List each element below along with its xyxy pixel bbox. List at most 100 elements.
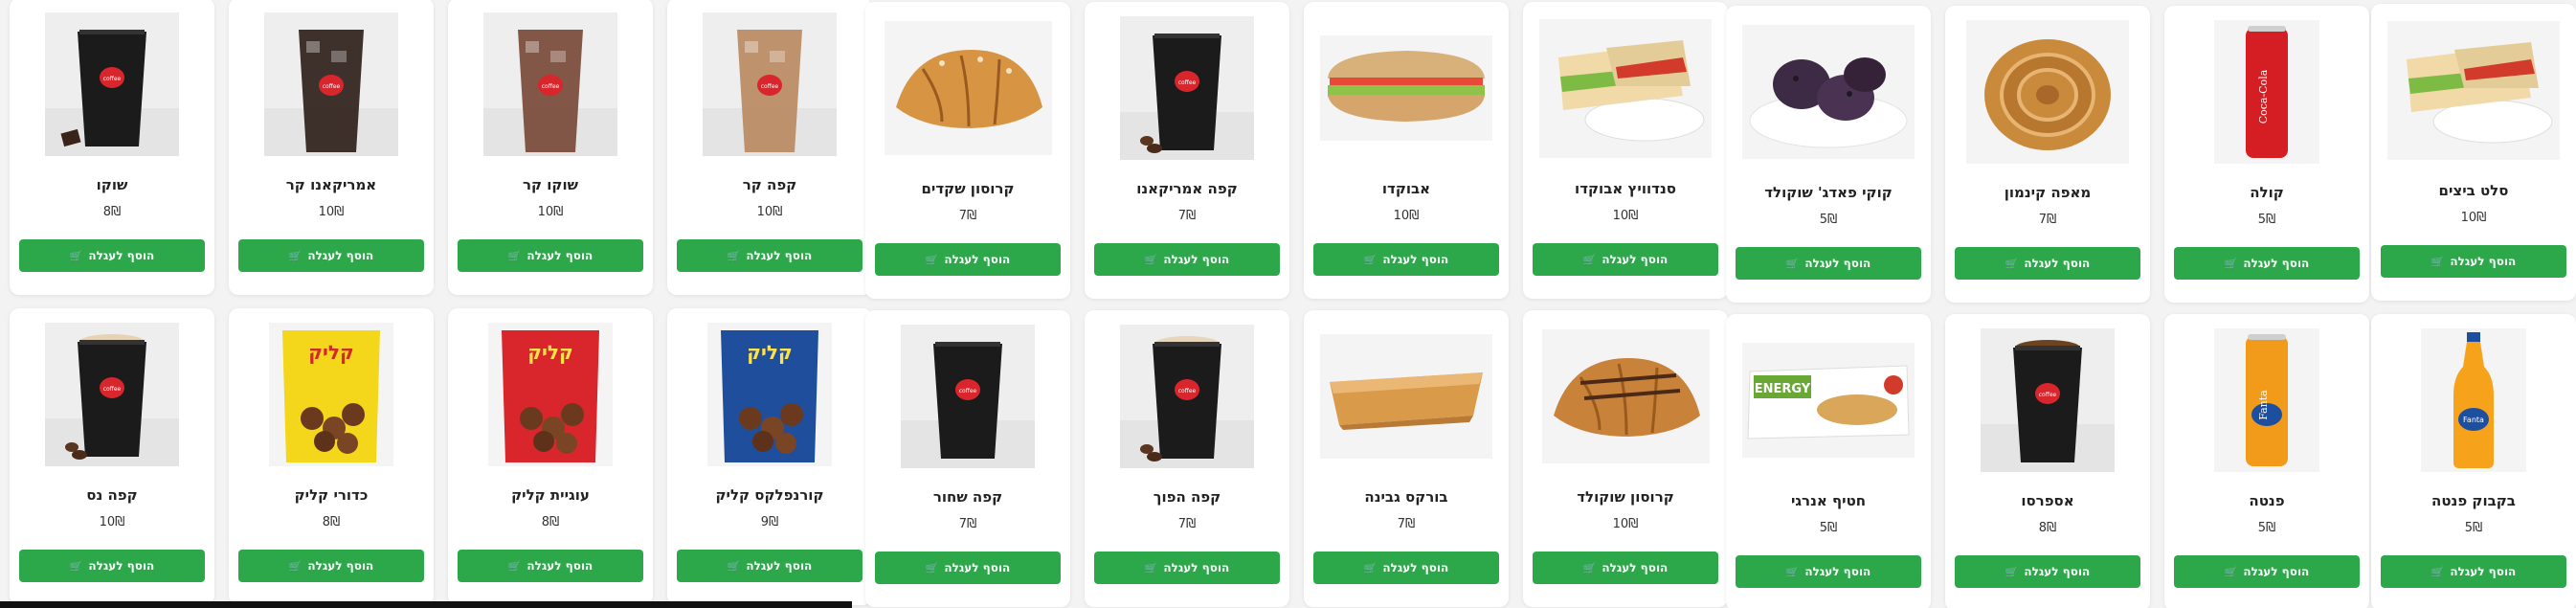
add-to-cart-button[interactable]: הוסף לעגלה 🛒 <box>1313 243 1499 276</box>
add-to-cart-label: הוסף לעגלה <box>88 249 155 262</box>
product-card: Coca-Cola קולה 5₪ הוסף לעגלה 🛒 <box>2164 6 2369 303</box>
product-price: 10₪ <box>448 205 653 219</box>
svg-text:coffee: coffee <box>103 386 122 393</box>
product-price: 8₪ <box>448 515 653 529</box>
add-to-cart-button[interactable]: הוסף לעגלה 🛒 <box>458 239 643 272</box>
price-value: 5 <box>1819 521 1828 535</box>
add-to-cart-button[interactable]: הוסף לעגלה 🛒 <box>1955 247 2140 280</box>
product-price: 5₪ <box>2164 521 2369 535</box>
cart-icon: 🛒 <box>1785 565 1800 578</box>
add-to-cart-button[interactable]: הוסף לעגלה 🛒 <box>677 239 862 272</box>
add-to-cart-button[interactable]: הוסף לעגלה 🛒 <box>458 550 643 582</box>
svg-text:coffee: coffee <box>1178 79 1197 86</box>
add-to-cart-button[interactable]: הוסף לעגלה 🛒 <box>238 239 424 272</box>
product-price: 10₪ <box>1523 209 1728 223</box>
product-image[interactable]: coffee <box>19 8 205 161</box>
product-image[interactable]: Fanta <box>2174 324 2360 477</box>
add-to-cart-label: הוסף לעגלה <box>526 559 594 573</box>
product-image[interactable]: קליק <box>677 318 862 471</box>
product-price: 5₪ <box>1726 213 1931 227</box>
add-to-cart-button[interactable]: הוסף לעגלה 🛒 <box>1736 247 1921 280</box>
product-name: סנדוויץ אבוקדו <box>1575 180 1676 197</box>
product-price: 10₪ <box>2371 211 2576 225</box>
price-value: 5 <box>2257 521 2267 535</box>
price-value: 9 <box>760 515 770 529</box>
add-to-cart-button[interactable]: הוסף לעגלה 🛒 <box>2174 247 2360 280</box>
add-to-cart-button[interactable]: הוסף לעגלה 🛒 <box>1533 243 1718 276</box>
product-card: קליק כדורי קליק 8₪ הוסף לעגלה 🛒 <box>229 308 434 605</box>
add-to-cart-button[interactable]: הוסף לעגלה 🛒 <box>1736 555 1921 588</box>
product-image[interactable]: coffee <box>1094 320 1280 473</box>
product-image[interactable] <box>1313 320 1499 473</box>
add-to-cart-button[interactable]: הוסף לעגלה 🛒 <box>1094 243 1280 276</box>
add-to-cart-button[interactable]: הוסף לעגלה 🛒 <box>2174 555 2360 588</box>
add-to-cart-button[interactable]: הוסף לעגלה 🛒 <box>1094 552 1280 584</box>
product-price: 5₪ <box>2164 213 2369 227</box>
product-image[interactable]: Fanta <box>2381 324 2566 477</box>
svg-text:קליק: קליק <box>527 341 572 364</box>
currency-symbol: ₪ <box>549 515 560 529</box>
product-image[interactable]: coffee <box>677 8 862 161</box>
cart-icon: 🛒 <box>69 249 83 262</box>
product-image[interactable] <box>1955 15 2140 169</box>
add-to-cart-button[interactable]: הוסף לעגלה 🛒 <box>2381 245 2566 278</box>
product-image[interactable] <box>1533 11 1718 165</box>
product-image[interactable] <box>875 11 1061 165</box>
product-image[interactable] <box>1736 15 1921 169</box>
product-image[interactable]: coffee <box>238 8 424 161</box>
product-image[interactable]: ENERGY <box>1736 324 1921 477</box>
cart-icon: 🛒 <box>1582 561 1597 574</box>
product-card: קרוסון שוקולד 10₪ הוסף לעגלה 🛒 <box>1523 310 1728 607</box>
product-card: ENERGY חטיף אנרגי 5₪ הוסף לעגלה 🛒 <box>1726 314 1931 608</box>
product-image[interactable] <box>2381 13 2566 167</box>
product-image[interactable]: coffee <box>458 8 643 161</box>
add-to-cart-label: הוסף לעגלה <box>1163 561 1230 574</box>
product-price: 10₪ <box>1523 517 1728 531</box>
scrollbar[interactable] <box>0 601 852 608</box>
cart-icon: 🛒 <box>2005 565 2019 578</box>
product-card: coffee אספרסו 8₪ הוסף לעגלה 🛒 <box>1945 314 2150 608</box>
product-card: קליק עוגיית קליק 8₪ הוסף לעגלה 🛒 <box>448 308 653 605</box>
add-to-cart-button[interactable]: הוסף לעגלה 🛒 <box>238 550 424 582</box>
currency-symbol: ₪ <box>2473 521 2483 535</box>
add-to-cart-button[interactable]: הוסף לעגלה 🛒 <box>19 550 205 582</box>
product-price: 8₪ <box>1945 521 2150 535</box>
product-name: עוגיית קליק <box>511 486 590 504</box>
add-to-cart-button[interactable]: הוסף לעגלה 🛒 <box>1955 555 2140 588</box>
add-to-cart-button[interactable]: הוסף לעגלה 🛒 <box>19 239 205 272</box>
product-image[interactable]: Coca-Cola <box>2174 15 2360 169</box>
product-image[interactable]: coffee <box>1955 324 2140 477</box>
currency-symbol: ₪ <box>1827 521 1838 535</box>
product-card: סלט ביצים 10₪ הוסף לעגלה 🛒 <box>2371 4 2576 301</box>
add-to-cart-label: הוסף לעגלה <box>1163 253 1230 266</box>
product-image[interactable]: coffee <box>875 320 1061 473</box>
svg-text:coffee: coffee <box>959 388 977 394</box>
product-image[interactable]: קליק <box>238 318 424 471</box>
price-value: 5 <box>1819 213 1828 227</box>
add-to-cart-button[interactable]: הוסף לעגלה 🛒 <box>2381 555 2566 588</box>
product-card: coffee קפה קר 10₪ הוסף לעגלה 🛒 <box>667 0 872 295</box>
add-to-cart-button[interactable]: הוסף לעגלה 🛒 <box>875 552 1061 584</box>
price-value: 7 <box>1177 209 1187 223</box>
add-to-cart-button[interactable]: הוסף לעגלה 🛒 <box>1313 552 1499 584</box>
product-name: קפה אמריקאנו <box>1136 180 1238 197</box>
product-image[interactable] <box>1313 11 1499 165</box>
product-price: 8₪ <box>229 515 434 529</box>
add-to-cart-label: הוסף לעגלה <box>1804 257 1871 270</box>
currency-symbol: ₪ <box>2047 521 2057 535</box>
product-image[interactable]: coffee <box>1094 11 1280 165</box>
add-to-cart-label: הוסף לעגלה <box>746 249 813 262</box>
price-value: 7 <box>958 209 968 223</box>
add-to-cart-button[interactable]: הוסף לעגלה 🛒 <box>677 550 862 582</box>
svg-text:coffee: coffee <box>1178 388 1197 394</box>
price-value: 5 <box>2464 521 2474 535</box>
product-card: coffee קפה אמריקאנו 7₪ הוסף לעגלה 🛒 <box>1085 2 1289 299</box>
add-to-cart-label: הוסף לעגלה <box>526 249 594 262</box>
product-price: 7₪ <box>865 517 1070 531</box>
price-value: 8 <box>2038 521 2048 535</box>
add-to-cart-button[interactable]: הוסף לעגלה 🛒 <box>1533 552 1718 584</box>
product-image[interactable]: קליק <box>458 318 643 471</box>
add-to-cart-button[interactable]: הוסף לעגלה 🛒 <box>875 243 1061 276</box>
product-image[interactable]: coffee <box>19 318 205 471</box>
product-image[interactable] <box>1533 320 1718 473</box>
